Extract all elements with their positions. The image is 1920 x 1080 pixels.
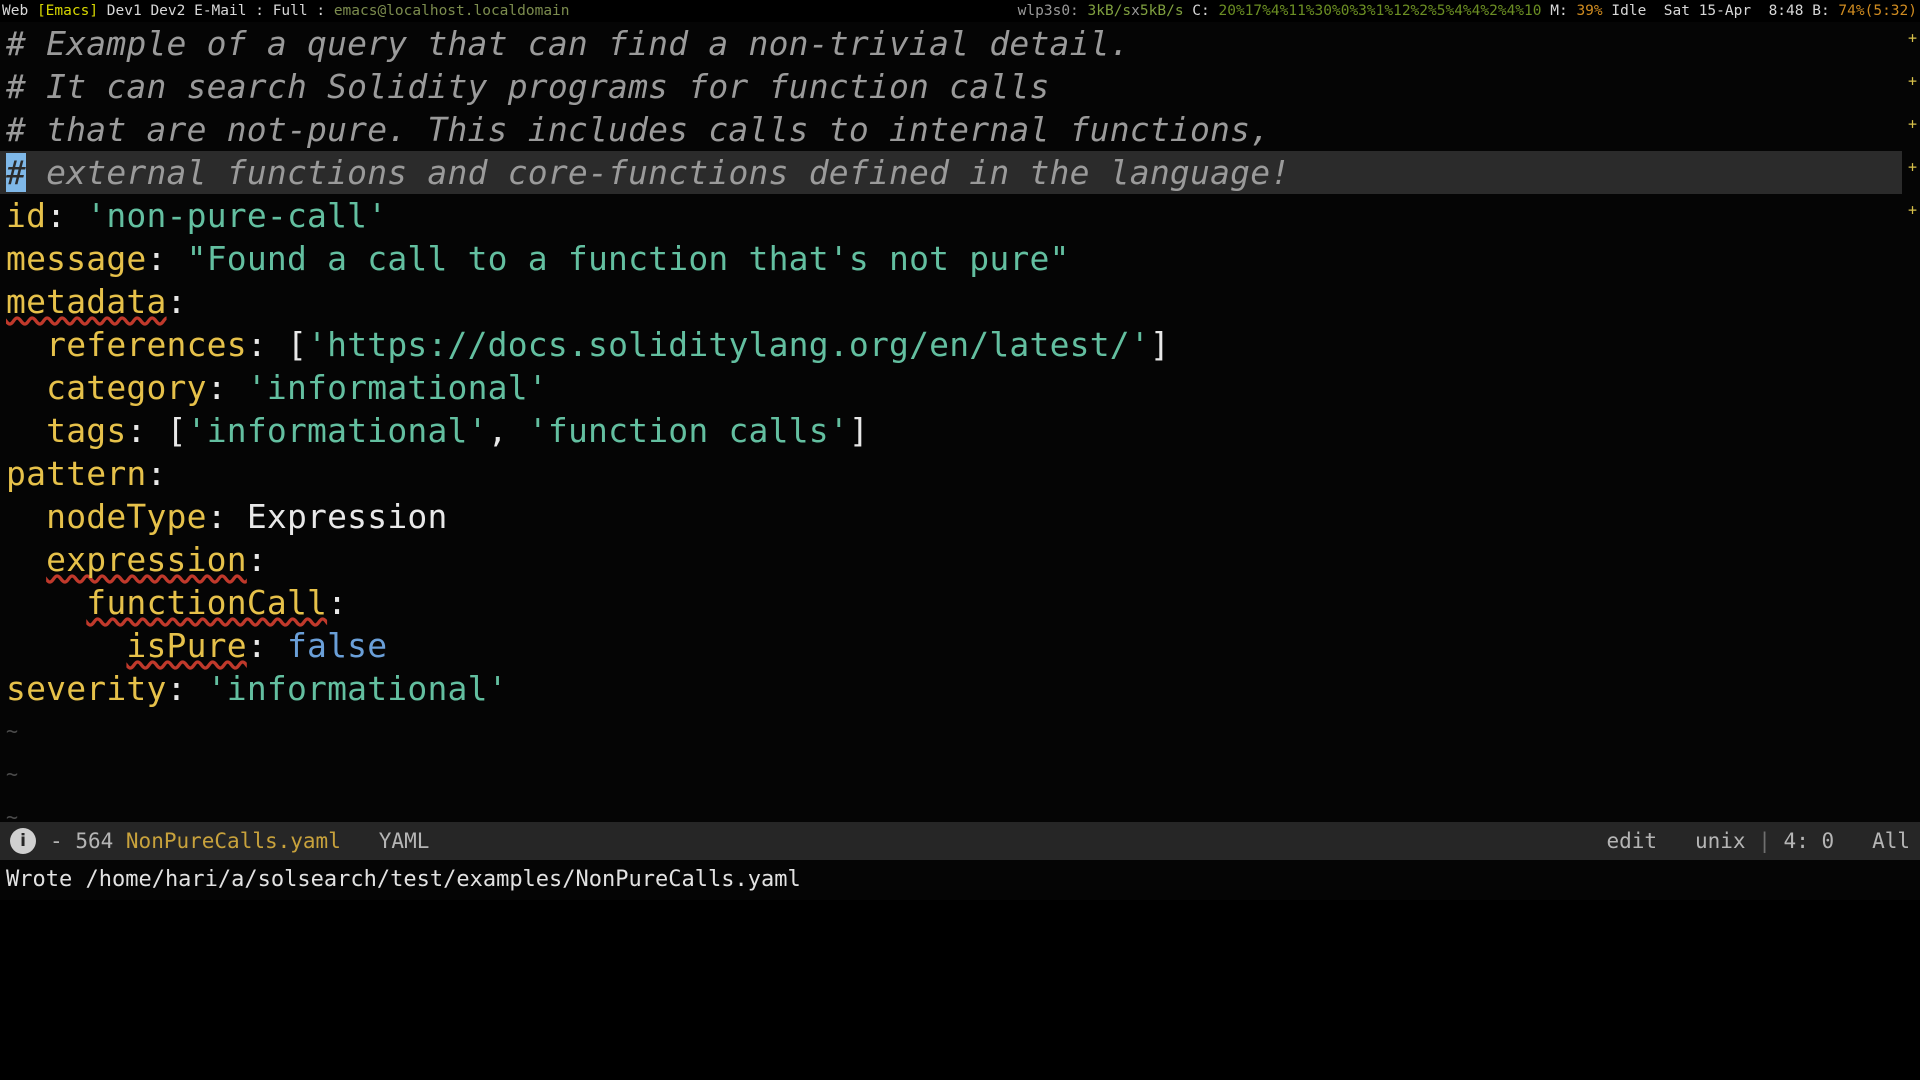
buffer-yaml-line[interactable]: references: ['https://docs.soliditylang.… (0, 323, 1902, 366)
network-rate-separator: x (1131, 3, 1140, 19)
yaml-string-value: 'informational' (246, 368, 548, 407)
mode-line-separator: | (1758, 829, 1771, 853)
tmux-window-emacs[interactable]: [Emacs] (37, 0, 98, 22)
tmux-right-section: wlp3s0: 3kB/s x 5kB/s C: 20%17%4%11%30%0… (1018, 0, 1920, 22)
yaml-colon: : (146, 454, 167, 493)
yaml-colon: : (126, 411, 147, 450)
buffer-yaml-line[interactable]: tags: ['informational', 'function calls'… (0, 409, 1902, 452)
yaml-colon: : (246, 626, 267, 665)
empty-line-marker: ~ (6, 762, 19, 786)
buffer-yaml-line[interactable]: nodeType: Expression (0, 495, 1902, 538)
buffer-yaml-line[interactable]: category: 'informational' (0, 366, 1902, 409)
mode-line-right: edit unix | 4: 0 All (1606, 829, 1910, 853)
empty-line-marker: ~ (6, 719, 19, 743)
tmux-window-dev2[interactable]: Dev2 (150, 0, 185, 22)
yaml-key: category (46, 368, 207, 407)
yaml-key: severity (6, 669, 167, 708)
buffer-yaml-line[interactable]: metadata: (0, 280, 1902, 323)
yaml-string-value: "Found a call to a function that's not p… (186, 239, 1070, 278)
encoding-label: unix (1695, 829, 1746, 853)
cpu-core-values: 20%17%4%11%30%0%3%1%12%2%5%4%4%2%4%10 (1218, 3, 1542, 19)
yaml-colon: : (146, 239, 167, 278)
yaml-key: nodeType (46, 497, 207, 536)
yaml-key: metadata (6, 282, 167, 321)
yaml-colon: : (327, 583, 348, 622)
mode-line-left: i - 564 NonPureCalls.yaml YAML (10, 828, 429, 854)
right-fringe: + + + + + (1902, 22, 1920, 822)
minibuffer-echo-area: Wrote /home/hari/a/solsearch/test/exampl… (0, 860, 1920, 900)
buffer-text-area[interactable]: # Example of a query that can find a non… (0, 22, 1902, 822)
time-display: 8:48 (1768, 3, 1804, 19)
cpu-label: C: (1192, 3, 1210, 19)
buffer-comment-line[interactable]: # It can search Solidity programs for fu… (0, 65, 1902, 108)
tmux-left-section: Web [Emacs] Dev1 Dev2 E-Mail : Full : em… (0, 0, 570, 22)
tmux-separator-2: : (316, 3, 326, 19)
emacs-mode-line: i - 564 NonPureCalls.yaml YAML edit unix… (0, 822, 1920, 860)
network-upload-rate: 5kB/s (1139, 3, 1184, 19)
yaml-colon: : (46, 196, 67, 235)
major-mode-label[interactable]: YAML (379, 829, 430, 853)
memory-label: M: (1550, 3, 1568, 19)
yaml-plain-value: Expression (246, 497, 448, 536)
fringe-overflow-icon: + (1907, 115, 1917, 133)
yaml-key: tags (46, 411, 127, 450)
yaml-colon: : (166, 282, 187, 321)
buffer-comment-line[interactable]: # Example of a query that can find a non… (0, 22, 1902, 65)
yaml-key: pattern (6, 454, 147, 493)
tmux-pane-mode: Full (272, 3, 308, 19)
yaml-list-value: ['informational', 'function calls'] (166, 411, 869, 450)
memory-value: 39% (1576, 3, 1603, 19)
idle-status: Idle (1611, 3, 1647, 19)
yaml-key: references (46, 325, 247, 364)
buffer-comment-line[interactable]: # that are not-pure. This includes calls… (0, 108, 1902, 151)
editor-state-label: edit (1606, 829, 1658, 853)
fringe-overflow-icon: + (1907, 201, 1917, 219)
tmux-separator-1: : (255, 3, 264, 19)
buffer-yaml-line[interactable]: pattern: (0, 452, 1902, 495)
yaml-boolean: false (286, 626, 388, 665)
info-icon: i (10, 828, 36, 854)
emacs-buffer[interactable]: # Example of a query that can find a non… (0, 22, 1920, 822)
buffer-file-name[interactable]: NonPureCalls.yaml (126, 829, 341, 853)
buffer-yaml-line[interactable]: message: "Found a call to a function tha… (0, 237, 1902, 280)
buffer-yaml-line[interactable]: id: 'non-pure-call' (0, 194, 1902, 237)
empty-line-marker: ~ (6, 805, 19, 822)
text-cursor: # (6, 153, 27, 192)
yaml-key: expression (46, 540, 247, 579)
scroll-percentage: All (1872, 829, 1910, 853)
buffer-yaml-line[interactable]: expression: (0, 538, 1902, 581)
network-interface-label: wlp3s0: (1017, 3, 1079, 19)
yaml-colon: : (206, 497, 227, 536)
network-download-rate: 3kB/s (1087, 3, 1132, 19)
date-display: Sat 15-Apr (1663, 3, 1752, 19)
buffer-yaml-line[interactable]: functionCall: (0, 581, 1902, 624)
buffer-yaml-line[interactable]: isPure: false (0, 624, 1902, 667)
battery-value: 74%(5:32) (1838, 3, 1917, 19)
tmux-hostname: emacs@localhost.localdomain (333, 3, 570, 19)
fringe-overflow-icon: + (1907, 158, 1917, 176)
yaml-list-value: ['https://docs.soliditylang.org/en/lates… (286, 325, 1170, 364)
yaml-colon: : (246, 325, 267, 364)
yaml-colon: : (246, 540, 267, 579)
fringe-overflow-icon: + (1907, 72, 1917, 90)
buffer-yaml-line[interactable]: severity: 'informational' (0, 667, 1902, 710)
battery-label: B: (1812, 3, 1830, 19)
yaml-colon: : (206, 368, 227, 407)
yaml-key: id (6, 196, 47, 235)
yaml-colon: : (166, 669, 187, 708)
yaml-key: functionCall (86, 583, 328, 622)
tmux-session-label: Web (2, 3, 29, 19)
buffer-modified-indicator: - (50, 829, 63, 853)
line-count: 564 (75, 829, 114, 853)
cursor-position: 4: 0 (1783, 829, 1835, 853)
buffer-comment-line[interactable]: # external functions and core-functions … (0, 151, 1902, 194)
fringe-overflow-icon: + (1907, 29, 1917, 47)
yaml-string-value: 'non-pure-call' (86, 196, 388, 235)
tmux-window-email[interactable]: E-Mail (194, 0, 246, 22)
yaml-key: isPure (126, 626, 247, 665)
yaml-key: message (6, 239, 147, 278)
tmux-window-dev1[interactable]: Dev1 (107, 0, 142, 22)
yaml-string-value: 'informational' (206, 669, 508, 708)
tmux-status-bar: Web [Emacs] Dev1 Dev2 E-Mail : Full : em… (0, 0, 1920, 22)
